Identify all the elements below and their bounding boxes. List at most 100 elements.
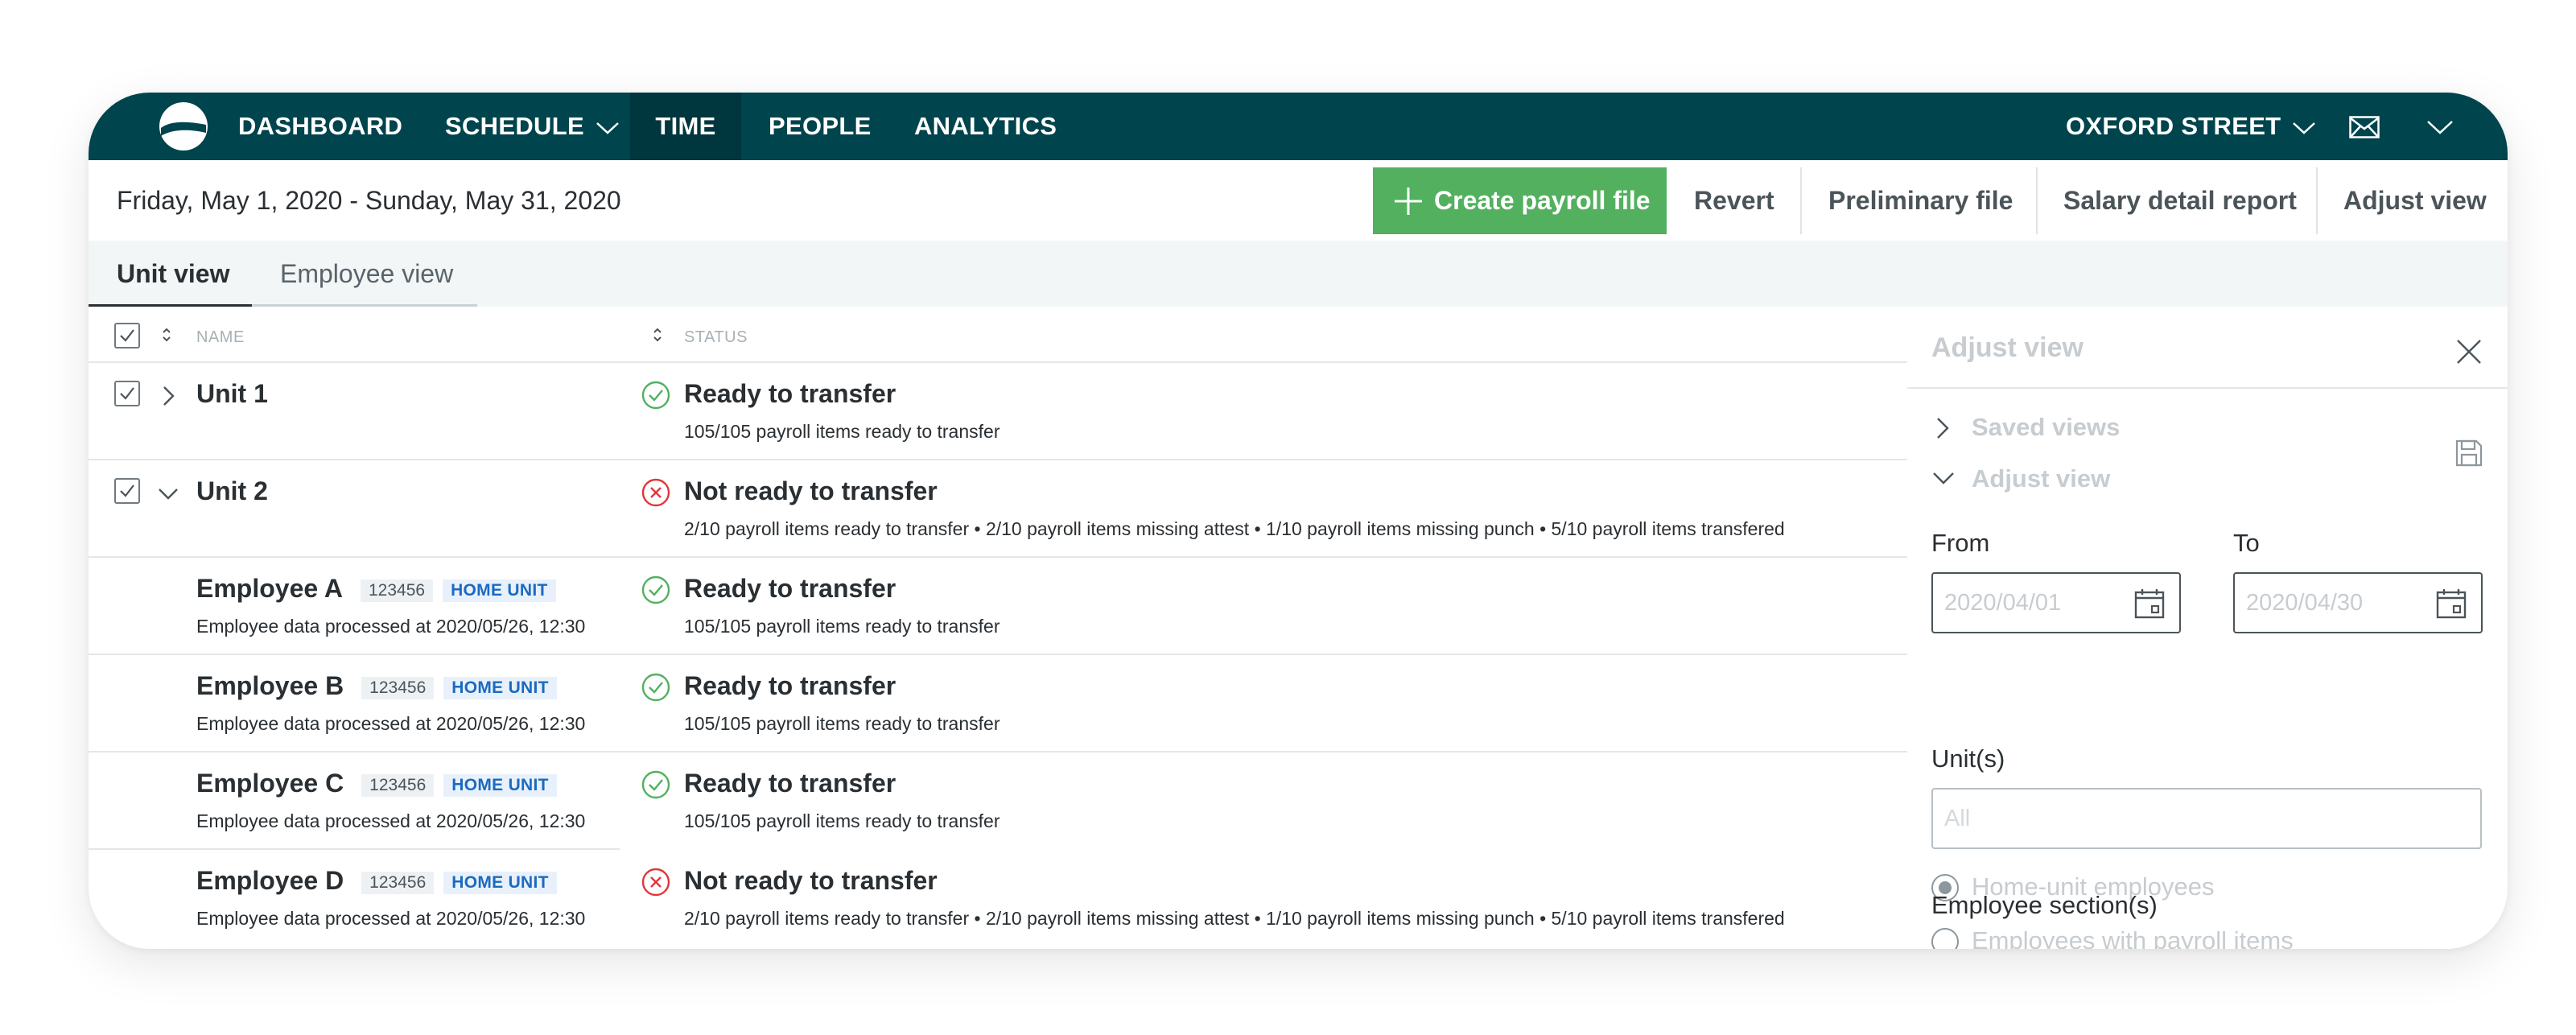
units-label: Unit(s): [1931, 744, 2005, 773]
adjust-view-toggle[interactable]: Adjust view: [1931, 464, 2110, 493]
column-header-name[interactable]: NAME: [196, 328, 245, 347]
unit-name: Unit 1: [196, 379, 268, 408]
calendar-icon: [2436, 589, 2467, 619]
tab-unit-view[interactable]: Unit view: [117, 241, 229, 307]
adjust-view-label: Adjust view: [1972, 464, 2111, 493]
nav-dashboard[interactable]: DASHBOARD: [238, 93, 402, 160]
date-range[interactable]: Friday, May 1, 2020 - Sunday, May 31, 20…: [117, 160, 621, 241]
home-unit-badge: HOME UNIT: [443, 676, 557, 699]
mail-icon[interactable]: [2349, 116, 2380, 138]
error-circle-icon: [641, 868, 670, 897]
employee-name: Employee D: [196, 866, 344, 895]
home-unit-badge: HOME UNIT: [443, 871, 557, 894]
app-window: DASHBOARD SCHEDULE TIME PEOPLE ANALYTICS…: [89, 93, 2508, 949]
check-circle-icon: [641, 673, 670, 702]
save-icon[interactable]: [2454, 439, 2483, 468]
employee-name-line: Employee D 123456 HOME UNIT: [196, 866, 557, 896]
nav-schedule[interactable]: SCHEDULE: [445, 93, 620, 160]
table-header: NAME STATUS: [89, 307, 1907, 363]
close-icon[interactable]: [2454, 337, 2483, 366]
check-circle-icon: [641, 575, 670, 604]
status-detail: 105/105 payroll items ready to transfer: [684, 421, 1000, 442]
table-row[interactable]: Employee B 123456 HOME UNIT Employee data …: [89, 655, 1907, 753]
from-label: From: [1931, 529, 1990, 557]
check-circle-icon: [641, 381, 670, 410]
chevron-down-icon: [596, 122, 619, 134]
nav-time[interactable]: TIME: [630, 93, 741, 160]
revert-button[interactable]: Revert: [1694, 167, 1774, 234]
check-icon: [120, 329, 134, 342]
employee-processed-text: Employee data processed at 2020/05/26, 1…: [196, 713, 586, 734]
plus-icon: [1395, 188, 1422, 215]
employee-name: Employee B: [196, 671, 344, 700]
employee-id-badge: 123456: [361, 676, 435, 699]
select-all-checkbox[interactable]: [114, 323, 140, 348]
status-detail: 105/105 payroll items ready to transfer: [684, 616, 1000, 637]
toolbar-divider: [2036, 167, 2038, 234]
preliminary-file-button[interactable]: Preliminary file: [1828, 167, 2013, 234]
chevron-down-icon[interactable]: [158, 483, 179, 504]
home-unit-badge: HOME UNIT: [443, 579, 556, 602]
adjust-view-panel: Adjust view Saved views Adjust view From…: [1907, 307, 2508, 949]
to-date-field[interactable]: 2020/04/30: [2233, 572, 2483, 633]
employee-processed-text: Employee data processed at 2020/05/26, 1…: [196, 616, 586, 637]
chevron-right-icon[interactable]: [158, 386, 179, 406]
chevron-down-icon: [1933, 472, 1954, 485]
payroll-table: NAME STATUS Unit 1 Ready to transfer 105…: [89, 307, 1907, 949]
sort-icon[interactable]: [161, 326, 172, 344]
employee-name-line: Employee A 123456 HOME UNIT: [196, 574, 556, 604]
units-select[interactable]: All: [1931, 788, 2482, 849]
employee-name-line: Employee B 123456 HOME UNIT: [196, 671, 557, 701]
chevron-down-icon: [2293, 122, 2316, 134]
status-title: Ready to transfer: [684, 379, 896, 408]
view-tabs: Unit view Employee view: [89, 241, 2508, 307]
salary-detail-report-button[interactable]: Salary detail report: [2063, 167, 2297, 234]
table-row[interactable]: Employee D 123456 HOME UNIT Employee data …: [89, 850, 1907, 947]
panel-title: Adjust view: [1931, 332, 2083, 363]
status-detail: 2/10 payroll items ready to transfer • 2…: [684, 908, 1785, 929]
top-nav: DASHBOARD SCHEDULE TIME PEOPLE ANALYTICS…: [89, 93, 2508, 160]
error-circle-icon: [641, 478, 670, 507]
user-menu-chevron-icon[interactable]: [2426, 119, 2454, 135]
radio-button: [1931, 928, 1959, 949]
employee-processed-text: Employee data processed at 2020/05/26, 1…: [196, 908, 586, 929]
status-title: Not ready to transfer: [684, 866, 938, 895]
employee-name: Employee C: [196, 769, 344, 798]
unit-name: Unit 2: [196, 476, 268, 505]
row-checkbox[interactable]: [114, 381, 140, 406]
status-title: Ready to transfer: [684, 769, 896, 798]
radio-payroll-label: Employees with payroll items: [1972, 926, 2294, 949]
row-checkbox[interactable]: [114, 478, 140, 504]
create-payroll-file-button[interactable]: Create payroll file: [1373, 167, 1667, 234]
radio-employees-with-payroll-items[interactable]: Employees with payroll items: [1931, 926, 2294, 949]
toolbar: Friday, May 1, 2020 - Sunday, May 31, 20…: [89, 160, 2508, 241]
panel-divider: [1907, 387, 2508, 389]
from-date-field[interactable]: 2020/04/01: [1931, 572, 2181, 633]
employee-name-line: Employee C 123456 HOME UNIT: [196, 769, 557, 798]
chevron-right-icon: [1937, 418, 1949, 439]
check-circle-icon: [641, 770, 670, 799]
employee-name: Employee A: [196, 574, 343, 603]
to-date-value: 2020/04/30: [2246, 590, 2364, 616]
table-row[interactable]: Employee C 123456 HOME UNIT Employee data …: [89, 753, 1907, 850]
nav-analytics[interactable]: ANALYTICS: [914, 93, 1057, 160]
column-header-status[interactable]: STATUS: [684, 328, 748, 347]
check-icon: [120, 387, 134, 400]
saved-views-toggle[interactable]: Saved views: [1931, 413, 2120, 442]
location-selector[interactable]: OXFORD STREET: [2066, 93, 2316, 160]
adjust-view-button[interactable]: Adjust view: [2343, 167, 2487, 234]
nav-schedule-label: SCHEDULE: [445, 112, 584, 140]
calendar-icon: [2134, 589, 2165, 619]
table-row[interactable]: Employee A 123456 HOME UNIT Employee data …: [89, 558, 1907, 655]
nav-people[interactable]: PEOPLE: [769, 93, 872, 160]
employee-id-badge: 123456: [360, 579, 434, 602]
units-placeholder: All: [1944, 806, 1971, 831]
logo-icon[interactable]: [158, 101, 209, 152]
table-row[interactable]: Unit 1 Ready to transfer 105/105 payroll…: [89, 363, 1907, 460]
tab-employee-view[interactable]: Employee view: [280, 241, 453, 307]
table-row[interactable]: Unit 2 Not ready to transfer 2/10 payrol…: [89, 460, 1907, 558]
status-title: Not ready to transfer: [684, 476, 938, 505]
employee-id-badge: 123456: [361, 871, 435, 894]
sort-icon[interactable]: [652, 326, 663, 344]
status-detail: 105/105 payroll items ready to transfer: [684, 713, 1000, 734]
